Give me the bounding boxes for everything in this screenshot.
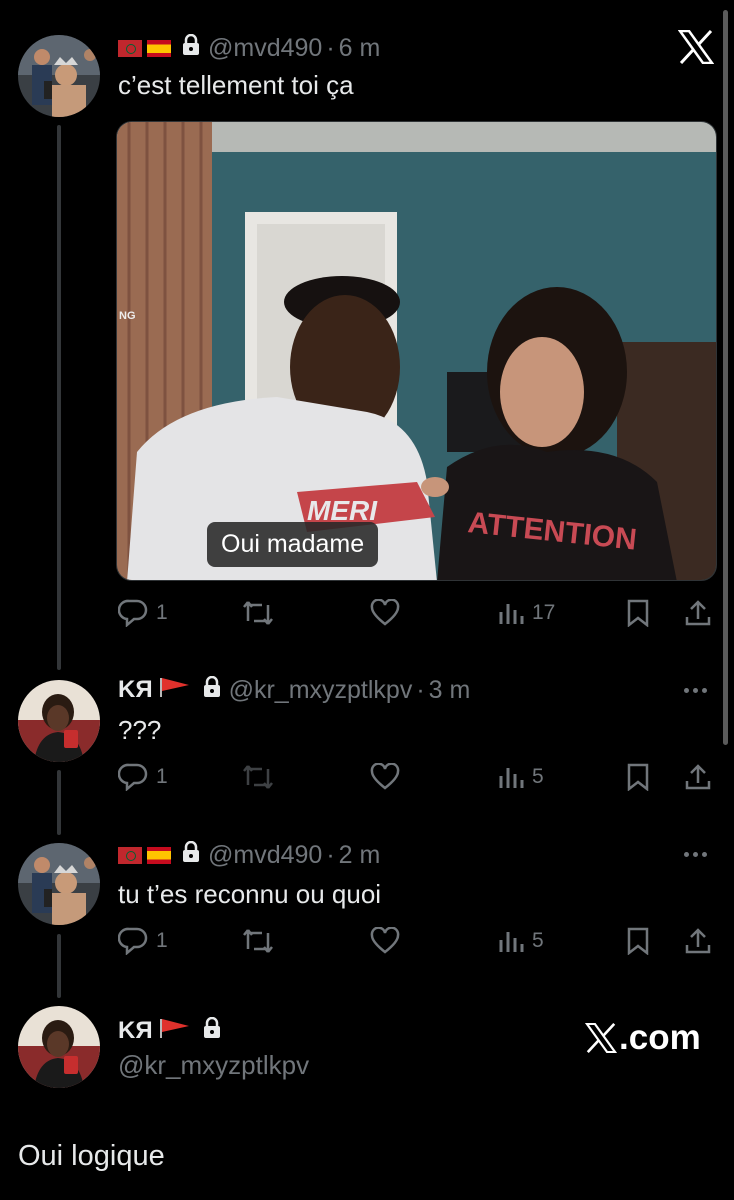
reply-button[interactable]: 1 [118,924,168,958]
tweet-display-name[interactable]: KЯ [118,676,153,704]
morocco-flag-icon [118,846,142,864]
reply-button[interactable]: 1 [118,596,168,630]
tweet-handle[interactable]: @kr_mxyzptlkpv [229,676,413,705]
tweet-time[interactable]: 3 m [429,676,471,705]
share-icon [684,927,712,955]
views-count: 5 [532,929,544,952]
bookmark-button[interactable] [626,924,650,958]
x-logo-icon[interactable] [677,29,715,69]
lock-icon [203,1016,221,1046]
spain-flag-icon [147,846,171,864]
views-count: 17 [532,601,556,624]
tweet-text: Oui logique [18,1140,165,1172]
bookmark-button[interactable] [626,760,650,794]
retweet-button[interactable] [242,596,274,630]
lock-icon [203,675,221,705]
separator: · [416,675,425,704]
morocco-flag-icon [118,39,142,57]
like-button[interactable] [370,760,400,794]
tweet-header: @mvd490 · 2 m [118,840,380,870]
bookmark-icon [626,763,650,791]
action-bar: 1 5 [118,924,718,958]
tweet-header: KЯ [118,1016,229,1046]
share-icon [684,599,712,627]
x-watermark: .com [585,1018,701,1058]
more-icon[interactable] [684,688,707,693]
avatar[interactable] [18,680,100,762]
retweet-icon [242,763,274,791]
reply-count: 1 [156,765,168,788]
action-bar: 1 17 [118,596,718,630]
tweet-time[interactable]: 6 m [339,34,381,63]
tweet-handle[interactable]: @mvd490 [208,34,322,63]
reply-count: 1 [156,929,168,952]
tweet-handle[interactable]: @mvd490 [208,841,322,870]
separator: · [326,840,335,869]
reply-count: 1 [156,601,168,624]
retweet-button[interactable] [242,924,274,958]
reply-icon [118,599,148,627]
avatar[interactable] [18,35,100,117]
like-icon [370,763,400,791]
share-button[interactable] [684,760,712,794]
lock-icon [182,33,200,63]
tweet-time[interactable]: 2 m [339,841,381,870]
views-icon [498,928,524,954]
tweet-display-name[interactable]: KЯ [118,1017,153,1045]
action-bar: 1 5 [118,760,718,794]
retweet-button [242,760,274,794]
like-icon [370,599,400,627]
share-button[interactable] [684,924,712,958]
reply-icon [118,927,148,955]
like-icon [370,927,400,955]
like-button[interactable] [370,596,400,630]
retweet-icon [242,599,274,627]
retweet-icon [242,927,274,955]
reply-button[interactable]: 1 [118,760,168,794]
tweet-header: KЯ @kr_mxyzptlkpv · 3 m [118,675,470,705]
scrollbar[interactable] [723,10,728,745]
tweet-text: tu t’es reconnu ou quoi [118,879,382,909]
spain-flag-icon [147,39,171,57]
tweet-header: @mvd490 · 6 m [118,33,380,63]
tweet-text: c’est tellement toi ça [118,70,354,100]
more-icon[interactable] [684,852,707,857]
avatar[interactable] [18,1006,100,1088]
video-frame: MERI ATTENTION [117,122,716,580]
separator: · [326,33,335,62]
tweet-media[interactable]: MERI ATTENTION NG Oui madame [116,121,717,581]
views-button[interactable]: 5 [498,760,544,794]
like-button[interactable] [370,924,400,958]
video-caption: Oui madame [207,522,379,567]
share-icon [684,763,712,791]
media-side-text: NG [119,310,136,322]
x-logo-icon [585,1023,617,1053]
reply-icon [118,763,148,791]
bookmark-button[interactable] [626,596,650,630]
views-button[interactable]: 17 [498,596,555,630]
thread-line [57,770,61,835]
views-icon [498,764,524,790]
thread-line [57,125,61,670]
watermark-text: .com [619,1018,701,1057]
bookmark-icon [626,927,650,955]
tweet-text: ??? [118,715,162,745]
red-flag-icon [159,1017,191,1046]
bookmark-icon [626,599,650,627]
tweet-handle[interactable]: @kr_mxyzptlkpv [118,1050,309,1081]
views-icon [498,600,524,626]
share-button[interactable] [684,596,712,630]
thread-line [57,934,61,998]
red-flag-icon [159,676,191,705]
avatar[interactable] [18,843,100,925]
views-count: 5 [532,765,544,788]
views-button[interactable]: 5 [498,924,544,958]
lock-icon [182,840,200,870]
